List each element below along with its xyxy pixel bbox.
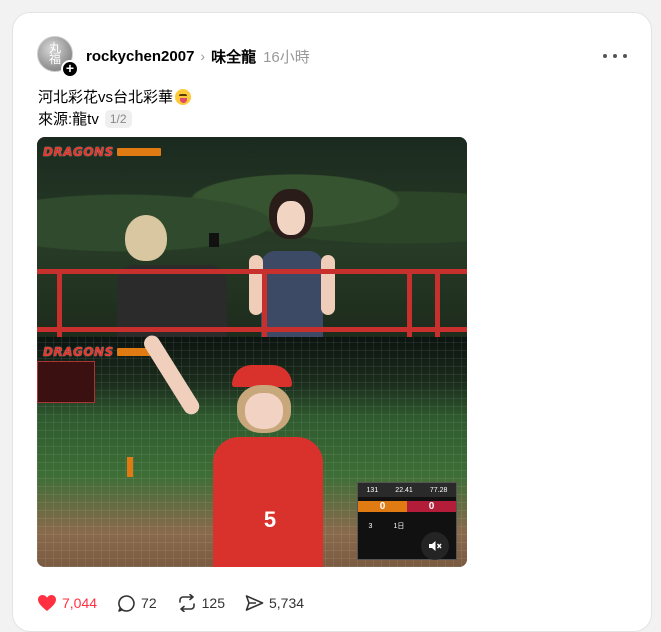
repost-icon [178, 594, 195, 612]
post-media[interactable]: DRAGONS DRAGONS 5 131 22.41 77.28 0 0 3 … [37, 137, 467, 567]
send-icon [245, 595, 264, 611]
media-frame-top: DRAGONS [37, 137, 467, 337]
share-button[interactable]: 5,734 [245, 594, 304, 612]
brand-logo: DRAGONS [43, 145, 114, 159]
broadcast-tag [117, 148, 161, 156]
like-count: 7,044 [62, 595, 98, 611]
comment-button[interactable]: 72 [117, 594, 157, 613]
action-bar: 7,044 72 125 5,734 [37, 592, 324, 614]
media-page-indicator: 1/2 [104, 110, 132, 128]
share-count: 5,734 [268, 595, 305, 611]
mute-icon[interactable] [421, 532, 449, 560]
person-woman [247, 189, 337, 337]
post-timestamp[interactable]: 16小時 [263, 46, 310, 67]
person-pitcher: 5 [137, 332, 347, 567]
player-far [127, 457, 133, 477]
post-text-line1: 河北彩花vs台北彩華 [38, 89, 174, 106]
jersey-number: 5 [263, 507, 277, 532]
more-options-icon[interactable] [603, 46, 627, 66]
topic-link[interactable]: 味全龍 [211, 46, 256, 67]
username-link[interactable]: rockychen2007 [86, 48, 194, 65]
repost-count: 125 [201, 595, 225, 611]
post-body: 河北彩花vs台北彩華 來源:龍tv 1/2 [38, 87, 192, 131]
follow-plus-icon[interactable]: + [61, 60, 79, 78]
laughing-emoji-icon [175, 89, 192, 105]
avatar-container[interactable]: 丸 福 + [37, 36, 79, 78]
repost-button[interactable]: 125 [177, 594, 225, 612]
comment-count: 72 [141, 595, 157, 611]
like-button[interactable]: 7,044 [37, 594, 97, 612]
post-card: 丸 福 + rockychen2007 › 味全龍 16小時 河北彩花vs台北彩… [12, 12, 652, 632]
chevron-right-icon: › [200, 48, 206, 64]
post-header: rockychen2007 › 味全龍 16小時 [86, 46, 310, 66]
brand-logo-bottom: DRAGONS [43, 345, 114, 359]
railing-bottom [37, 327, 467, 332]
railing-top [37, 269, 467, 274]
comment-icon [118, 594, 135, 612]
stadium-scoreboard [37, 361, 95, 403]
person-man [117, 215, 232, 337]
heart-icon [38, 595, 56, 611]
post-text-line2: 來源:龍tv [38, 111, 99, 128]
